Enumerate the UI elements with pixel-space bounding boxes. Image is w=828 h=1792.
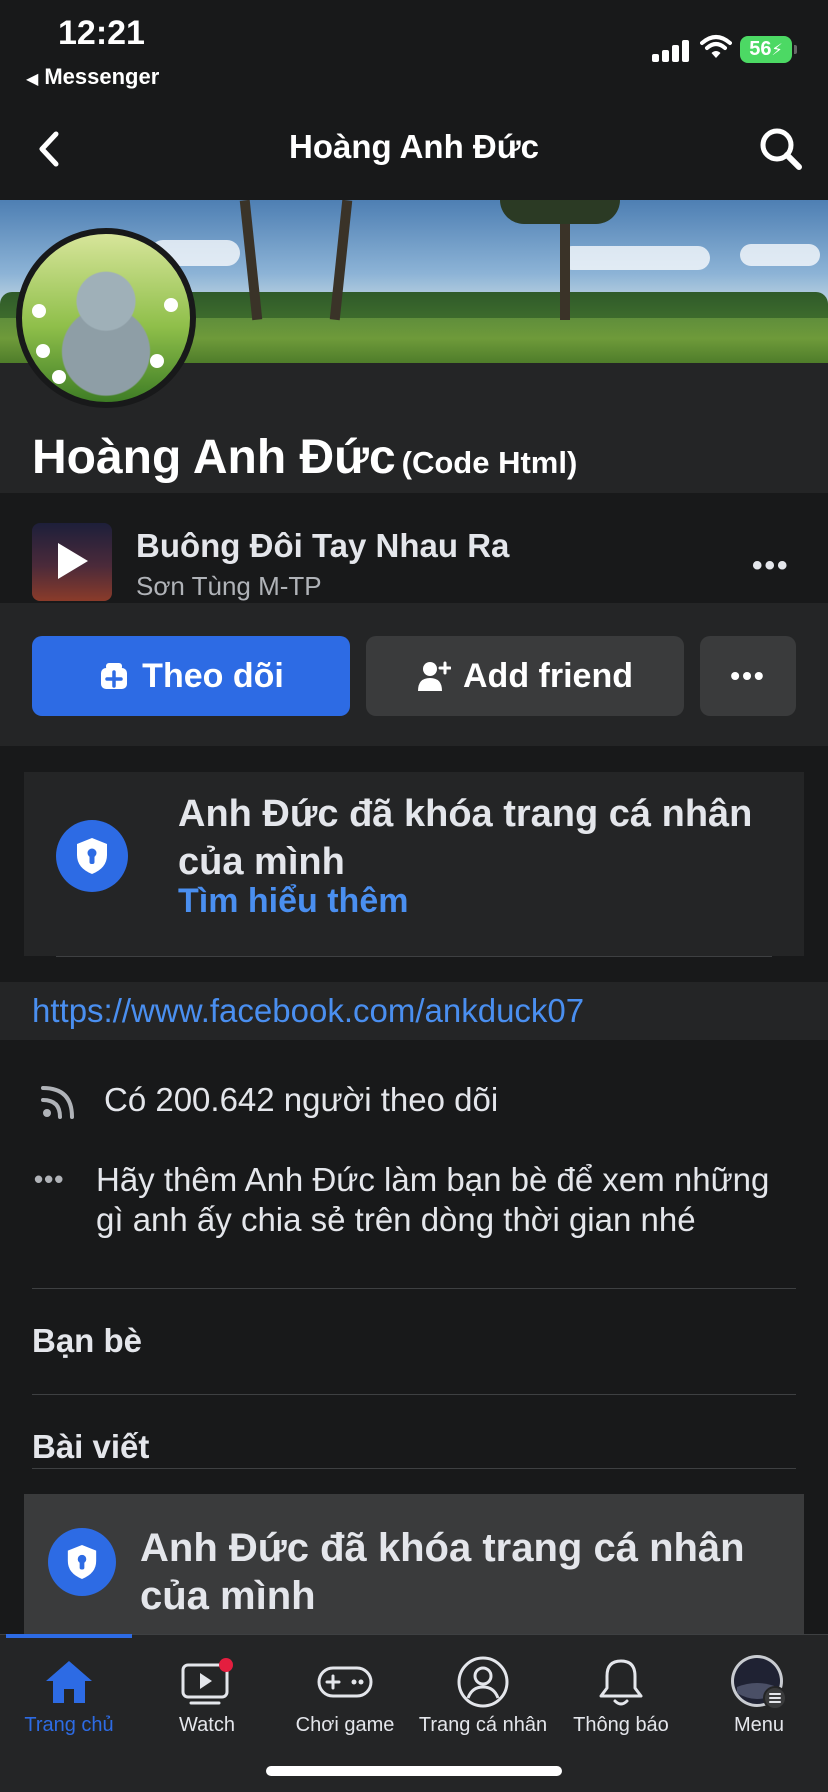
notification-badge <box>219 1658 233 1672</box>
follow-icon <box>101 663 128 689</box>
palm-crown <box>500 200 620 224</box>
flower-decor <box>36 344 50 358</box>
profile-name: Hoàng Anh Đức (Code Html) <box>32 430 577 485</box>
tab-watch[interactable]: Watch <box>138 1650 276 1750</box>
profile-alt-name: (Code Html) <box>401 445 578 480</box>
battery-level: 56 <box>749 38 772 60</box>
tab-profile[interactable]: Trang cá nhân <box>414 1650 552 1750</box>
tab-watch-label: Watch <box>179 1714 235 1736</box>
locked-posts-title: Anh Đức đã khóa trang cá nhân của mình <box>140 1526 745 1618</box>
tab-gaming-label: Chơi game <box>295 1714 395 1736</box>
friends-section-title[interactable]: Bạn bè <box>32 1322 142 1360</box>
profile-screen: 12:21 ◀ Messenger 56⚡ Hoàng Anh Đức Hoàn… <box>0 0 828 1792</box>
followers-feed-icon <box>41 1086 74 1119</box>
locked-profile-card: Anh Đức đã khóa trang cá nhân của mình T… <box>24 772 804 956</box>
cloud-decor <box>560 246 710 270</box>
profile-avatar[interactable] <box>16 228 196 408</box>
menu-avatar-icon <box>731 1655 787 1710</box>
status-time: 12:21 <box>58 14 145 52</box>
tab-notifications[interactable]: Thông báo <box>552 1650 690 1750</box>
profile-url-link[interactable]: https://www.facebook.com/ankduck07 <box>32 992 584 1030</box>
top-nav: Hoàng Anh Đức <box>0 100 828 200</box>
search-icon[interactable] <box>756 124 806 174</box>
page-title: Hoàng Anh Đức <box>289 128 539 165</box>
music-title: Buông Đôi Tay Nhau Ra <box>136 527 510 564</box>
watch-icon <box>181 1658 233 1705</box>
divider <box>56 956 772 957</box>
tab-menu-label: Menu <box>733 1714 785 1736</box>
battery-indicator: 56⚡ <box>740 36 797 63</box>
status-bar: 12:21 ◀ Messenger 56⚡ <box>0 0 828 100</box>
play-icon <box>58 543 88 579</box>
active-tab-indicator <box>6 1634 132 1638</box>
follow-button[interactable]: Theo dõi <box>32 636 350 716</box>
shield-lock-icon <box>56 820 128 892</box>
wifi-icon <box>700 35 732 58</box>
follow-label: Theo dõi <box>142 656 284 695</box>
music-cover-art[interactable] <box>32 523 112 601</box>
posts-section-title: Bài viết <box>32 1428 150 1465</box>
back-app-label: Messenger <box>44 64 160 89</box>
tab-profile-label: Trang cá nhân <box>418 1714 548 1736</box>
cloud-decor <box>740 244 820 266</box>
add-friend-hint: Hãy thêm Anh Đức làm bạn bè để xem những… <box>96 1161 770 1238</box>
profile-icon <box>457 1656 509 1708</box>
learn-more-link[interactable]: Tìm hiểu thêm <box>178 882 408 921</box>
shield-lock-icon <box>48 1528 116 1596</box>
bell-icon <box>599 1659 643 1706</box>
back-to-app-link[interactable]: ◀ Messenger <box>26 64 159 90</box>
divider <box>32 1288 796 1289</box>
locked-posts-card: Anh Đức đã khóa trang cá nhân của mình <box>24 1494 804 1634</box>
home-icon <box>46 1661 92 1703</box>
flower-decor <box>150 354 164 368</box>
more-actions-button[interactable]: ••• <box>700 636 796 716</box>
divider <box>32 1394 796 1395</box>
profile-music[interactable]: Buông Đôi Tay Nhau Ra Sơn Tùng M-TP ••• <box>0 493 828 603</box>
more-dots-icon: ••• <box>34 1164 65 1194</box>
flower-decor <box>32 304 46 318</box>
tab-notifications-label: Thông báo <box>573 1714 669 1736</box>
followers-count: Có 200.642 người theo dõi <box>104 1081 499 1118</box>
add-friend-button[interactable]: Add friend <box>366 636 684 716</box>
cellular-signal-icon <box>652 40 692 62</box>
add-friend-icon <box>418 661 451 691</box>
tab-gaming[interactable]: Chơi game <box>276 1650 414 1750</box>
add-friend-label: Add friend <box>463 656 633 695</box>
home-indicator <box>266 1766 562 1776</box>
back-triangle-icon: ◀ <box>26 71 39 88</box>
locked-profile-title: Anh Đức đã khóa trang cá nhân của mình <box>178 793 753 883</box>
flower-decor <box>164 298 178 312</box>
tab-menu[interactable]: Menu <box>690 1650 828 1750</box>
profile-name-text: Hoàng Anh Đức <box>32 431 396 484</box>
gamepad-icon <box>317 1666 373 1698</box>
tab-home[interactable]: Trang chủ <box>0 1650 138 1750</box>
music-more-button[interactable]: ••• <box>752 549 790 583</box>
palm-trunk <box>560 210 570 320</box>
flower-decor <box>52 370 66 384</box>
divider <box>32 1468 796 1469</box>
charging-bolt-icon: ⚡ <box>771 42 783 59</box>
tab-home-label: Trang chủ <box>24 1714 114 1736</box>
music-artist: Sơn Tùng M-TP <box>136 571 322 601</box>
